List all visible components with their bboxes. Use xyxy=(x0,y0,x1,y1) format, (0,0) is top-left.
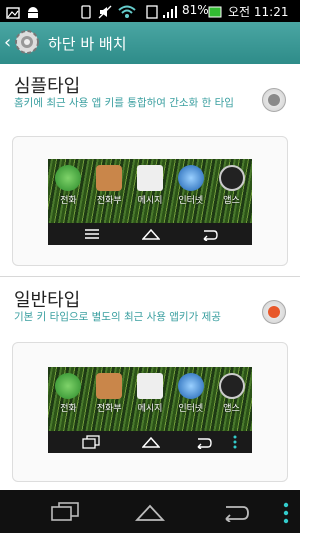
overflow-menu-icon[interactable] xyxy=(282,502,290,524)
back-icon[interactable] xyxy=(220,502,250,522)
back-icon xyxy=(197,438,212,449)
option-title: 일반타입 xyxy=(14,290,81,311)
envelope-icon xyxy=(136,373,163,399)
wifi-icon xyxy=(118,4,136,23)
action-bar: ‹ 하단 바 배치 xyxy=(0,22,300,64)
radio-normal-type[interactable] xyxy=(262,300,286,324)
contacts-icon xyxy=(96,373,123,399)
option-description: 홈키에 최근 사용 앱 키를 통합하여 간소화 한 타입 xyxy=(14,97,234,109)
preview-card: 전화 전화부 메시지 인터넷 앱스 xyxy=(12,342,288,482)
mute-icon xyxy=(98,4,112,23)
app-messages: 메시지 xyxy=(131,373,169,414)
contacts-icon xyxy=(96,165,123,191)
overflow-menu-icon xyxy=(233,435,237,449)
option-simple-type[interactable]: 심플타입 홈키에 최근 사용 앱 키를 통합하여 간소화 한 타입 전화 전화부… xyxy=(0,64,300,272)
battery-icon xyxy=(208,4,222,23)
menu-icon xyxy=(85,229,99,239)
home-icon[interactable] xyxy=(135,502,165,522)
sim-icon xyxy=(146,4,158,23)
radio-dot xyxy=(268,94,280,106)
app-contacts: 전화부 xyxy=(90,165,128,206)
preview-screen: 전화 전화부 메시지 인터넷 앱스 xyxy=(48,159,252,245)
preview-app-row: 전화 전화부 메시지 인터넷 앱스 xyxy=(48,165,252,206)
phone-signal-icon xyxy=(80,4,92,23)
app-contacts: 전화부 xyxy=(90,373,128,414)
back-chevron-icon[interactable]: ‹ xyxy=(4,32,11,53)
system-nav-bar xyxy=(0,490,300,533)
radio-simple-type[interactable] xyxy=(262,88,286,112)
envelope-icon xyxy=(136,165,163,191)
android-icon xyxy=(26,4,40,23)
option-title: 심플타입 xyxy=(14,76,81,97)
preview-screen: 전화 전화부 메시지 인터넷 앱스 xyxy=(48,367,252,453)
app-internet: 인터넷 xyxy=(172,373,210,414)
preview-softkeys xyxy=(48,431,252,453)
globe-icon xyxy=(177,373,204,399)
app-apps: 앱스 xyxy=(213,373,251,414)
radio-dot xyxy=(268,306,280,318)
app-phone: 전화 xyxy=(49,373,87,414)
option-description: 기본 키 타입으로 별도의 최근 사용 앱키가 제공 xyxy=(14,311,221,323)
app-messages: 메시지 xyxy=(131,165,169,206)
page-title: 하단 바 배치 xyxy=(48,35,127,53)
home-icon xyxy=(142,228,160,240)
home-icon xyxy=(142,436,160,448)
divider xyxy=(0,276,300,277)
gear-icon[interactable] xyxy=(12,27,42,57)
preview-app-row: 전화 전화부 메시지 인터넷 앱스 xyxy=(48,373,252,414)
app-phone: 전화 xyxy=(49,165,87,206)
phone-icon xyxy=(55,373,82,399)
clock: 오전 11:21 xyxy=(228,5,289,19)
app-internet: 인터넷 xyxy=(172,165,210,206)
option-normal-type[interactable]: 일반타입 기본 키 타입으로 별도의 최근 사용 앱키가 제공 전화 전화부 메… xyxy=(0,278,300,490)
apps-grid-icon xyxy=(218,373,245,399)
preview-softkeys xyxy=(48,223,252,245)
signal-icon xyxy=(162,4,178,23)
gallery-icon xyxy=(6,4,20,23)
app-apps: 앱스 xyxy=(213,165,251,206)
status-bar: 81% 오전 11:21 xyxy=(0,0,300,22)
back-icon xyxy=(203,230,218,241)
recent-apps-icon[interactable] xyxy=(50,502,80,522)
apps-grid-icon xyxy=(218,165,245,191)
globe-icon xyxy=(177,165,204,191)
phone-icon xyxy=(55,165,82,191)
battery-percent: 81% xyxy=(182,3,209,17)
preview-card: 전화 전화부 메시지 인터넷 앱스 xyxy=(12,136,288,266)
recent-apps-icon xyxy=(82,435,100,449)
